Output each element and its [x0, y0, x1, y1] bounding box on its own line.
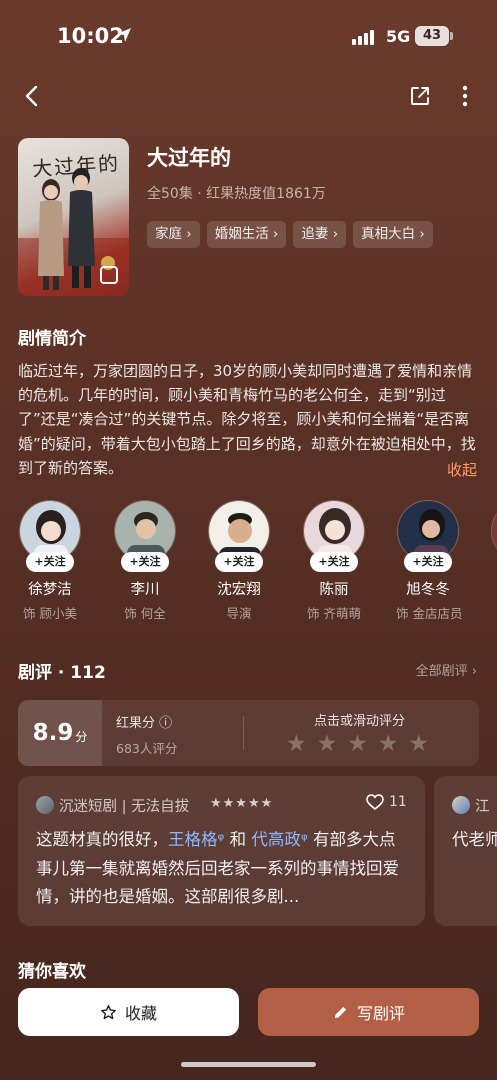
cast-name: 沈宏翔 [217, 582, 261, 598]
score-label[interactable]: 红果分 ⓘ [116, 712, 172, 731]
cast-name: 李川 [130, 582, 160, 598]
cast-list: +关注 徐梦洁 饰 顾小美 +关注 李川 饰 何全 +关注 沈宏翔 导演 +关注… [18, 500, 497, 630]
score-unit: 分 [75, 729, 88, 744]
show-poster[interactable]: 大过年的 [18, 138, 129, 296]
show-tags: 家庭 › 婚姻生活 › 追妻 › 真相大白 › [147, 221, 433, 248]
collapse-button[interactable]: 收起 [447, 459, 477, 480]
cast-avatar [491, 500, 497, 562]
reviews-heading: 剧评 · 112 [18, 663, 106, 683]
tag-truth-revealed[interactable]: 真相大白 › [353, 221, 433, 248]
recommend-heading: 猜你喜欢 [18, 962, 86, 982]
cast-name: 陈丽 [319, 582, 349, 598]
status-time: 10:02 [57, 24, 124, 48]
pencil-icon [334, 1006, 347, 1018]
reviewer-name: 江 [475, 799, 490, 815]
follow-button[interactable]: +关注 [310, 552, 358, 572]
tag-family[interactable]: 家庭 › [147, 221, 200, 248]
review-card[interactable]: 江 代老师不做什 [434, 776, 497, 926]
reviewer-avatar [36, 796, 54, 814]
cast-item[interactable]: 宋 [490, 500, 497, 599]
rate-stars[interactable]: ★ ★ ★ ★ ★ [286, 732, 429, 756]
rating-box: 8.9 分 红果分 ⓘ 683人评分 点击或滑动评分 ★ ★ ★ ★ ★ [18, 700, 479, 766]
write-review-label: 写剧评 [356, 1004, 405, 1023]
follow-button[interactable]: +关注 [26, 552, 74, 572]
star-icon[interactable]: ★ [317, 732, 338, 756]
cast-role: 饰 齐萌萌 [307, 606, 361, 621]
follow-button[interactable]: +关注 [121, 552, 169, 572]
cast-name: 宋 [490, 578, 497, 599]
cast-name: 旭冬冬 [406, 582, 450, 598]
signal-icon [352, 29, 378, 45]
more-vertical-icon [462, 85, 468, 107]
review-text: 代老师不做什 [452, 830, 497, 849]
back-button[interactable] [16, 80, 48, 112]
review-text: 这题材真的很好，王格格ᵠ 和 代高政ᵠ 有部多大点事儿第一集就离婚然后回老家一系… [36, 826, 408, 912]
all-reviews-link[interactable]: 全部剧评 › [416, 660, 477, 679]
show-title: 大过年的 [147, 146, 231, 170]
tag-chasing-wife[interactable]: 追妻 › [293, 221, 347, 248]
star-icon[interactable]: ★ [347, 732, 368, 756]
score-box: 8.9 分 [18, 700, 102, 766]
network-type: 5G [386, 27, 411, 46]
synopsis-heading: 剧情简介 [18, 329, 86, 349]
like-count: 11 [389, 794, 407, 810]
cast-role: 饰 金店店员 [396, 606, 463, 621]
more-button[interactable] [449, 80, 481, 112]
poster-badge-icon [100, 266, 118, 284]
like-button[interactable]: 11 [366, 794, 407, 810]
top-nav [0, 80, 497, 112]
favorite-button[interactable]: 收藏 [18, 988, 239, 1036]
star-icon[interactable]: ★ [409, 732, 430, 756]
cast-item[interactable]: +关注 沈宏翔 导演 [207, 500, 271, 622]
status-bar: 10:02 5G 43 [0, 0, 497, 70]
star-outline-icon [101, 1004, 116, 1019]
reviewer-avatar [452, 796, 470, 814]
review-card[interactable]: 沉迷短剧 | 无法自拔 ★★★★★ 11 这题材真的很好，王格格ᵠ 和 代高政ᵠ… [18, 776, 425, 926]
cast-item[interactable]: +关注 旭冬冬 饰 金店店员 [396, 500, 463, 622]
cast-name: 徐梦洁 [28, 582, 72, 598]
mention-link[interactable]: 王格格ᵠ [168, 830, 224, 849]
score-count: 683人评分 [116, 741, 178, 756]
heart-icon [366, 794, 384, 810]
tag-marriage-life[interactable]: 婚姻生活 › [206, 221, 287, 248]
reviewer-name: 沉迷短剧 | 无法自拔 [59, 799, 190, 815]
follow-button[interactable]: +关注 [215, 552, 263, 572]
chevron-left-icon [25, 85, 38, 107]
cast-item[interactable]: +关注 李川 饰 何全 [113, 500, 177, 622]
battery-tip [450, 32, 453, 40]
home-indicator [181, 1062, 316, 1067]
cast-role: 导演 [226, 606, 252, 621]
battery-icon: 43 [415, 26, 449, 46]
rate-prompt: 点击或滑动评分 [314, 714, 406, 729]
share-button[interactable] [404, 80, 436, 112]
follow-button[interactable]: +关注 [404, 552, 452, 572]
mention-link[interactable]: 代高政ᵠ [251, 830, 307, 849]
share-icon [411, 87, 429, 105]
review-text-part: 和 [224, 830, 252, 849]
cast-role: 饰 顾小美 [23, 606, 77, 621]
score-value: 8.9 [32, 720, 74, 746]
review-stars: ★★★★★ [210, 796, 274, 811]
show-meta: 全50集 · 红果热度值1861万 [147, 186, 326, 202]
write-review-button[interactable]: 写剧评 [258, 988, 479, 1036]
cast-item[interactable]: +关注 陈丽 饰 齐萌萌 [302, 500, 366, 622]
rating-divider [243, 716, 244, 750]
cast-role: 饰 何全 [124, 606, 166, 621]
cast-item[interactable]: +关注 徐梦洁 饰 顾小美 [18, 500, 82, 622]
review-text-part: 这题材真的很好， [36, 830, 168, 849]
star-icon[interactable]: ★ [378, 732, 399, 756]
favorite-label: 收藏 [124, 1004, 157, 1023]
location-arrow-icon [117, 28, 131, 42]
synopsis-text: 临近过年，万家团圆的日子，30岁的顾小美却同时遭遇了爱情和亲情的危机。几年的时间… [18, 362, 476, 477]
star-icon[interactable]: ★ [286, 732, 307, 756]
